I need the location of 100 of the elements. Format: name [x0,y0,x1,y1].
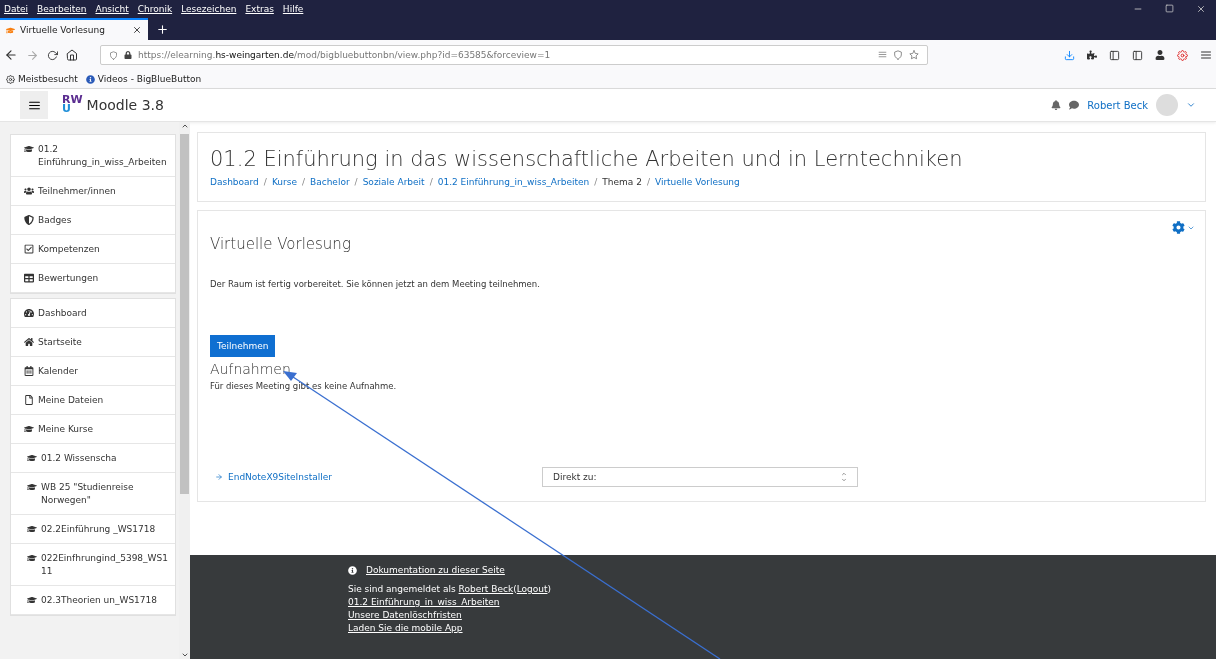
current-page-label: Thema 2 [602,177,642,187]
sidebar-item-icon [24,144,34,154]
menu-item[interactable]: Lesezeichen [181,4,237,14]
sidebar-item-icon [27,482,37,492]
sidebar-item[interactable]: Kalender [11,357,176,386]
sidebar-item[interactable]: Kompetenzen [11,235,176,264]
sidebar-icon[interactable] [1132,49,1143,61]
previous-activity-link[interactable]: EndNoteX9SiteInstaller [228,472,332,482]
paren-text: ) [547,584,551,594]
recordings-title: Aufnahmen [210,361,292,377]
footer-link[interactable]: 01.2 Einführung_in_wiss_Arbeiten [348,597,500,607]
breadcrumb-link[interactable]: Kurse [271,177,297,187]
breadcrumb-link[interactable]: Bachelor [310,177,350,187]
sidebar-item-icon [27,595,37,605]
footer-link[interactable]: Laden Sie die mobile App [348,623,463,633]
menu-item[interactable]: Extras [245,4,274,14]
close-icon[interactable] [1196,4,1206,14]
sidebar-item-icon [24,215,34,225]
menu-item[interactable]: Ansicht [95,4,129,14]
sidebar-item[interactable]: 02.3Theorien un_WS1718 [11,586,176,615]
menu-button[interactable] [20,91,48,119]
paren-text: ( [513,584,517,594]
sidebar-item[interactable]: Teilnehmer/innen [11,177,176,206]
sidebar-item[interactable]: Dashboard [11,299,176,328]
updown-icon [841,471,847,483]
sidebar-item[interactable]: Startseite [11,328,176,357]
breadcrumb-link[interactable]: 01.2 Einführung_in_wiss_Arbeiten [437,177,590,187]
gear-icon [6,74,15,84]
scroll-up-icon[interactable] [180,122,189,130]
sidebar-item-icon [24,337,34,347]
sidebar-item-icon [24,273,34,283]
breadcrumb-separator: / [354,177,358,187]
settings-icon[interactable] [1172,221,1185,234]
scroll-down-icon[interactable] [180,651,189,659]
sidebar-item[interactable]: 022Einfhrungind_5398_WS111 [11,544,176,586]
logout-link[interactable]: Logout [516,584,548,594]
documentation-link[interactable]: Dokumentation zu dieser Seite [366,565,505,575]
sidebar-item-icon [27,453,37,463]
bookmark[interactable]: Videos - BigBlueButton [85,74,202,84]
join-button[interactable]: Teilnehmen [210,335,276,357]
sidebar-item-icon [27,553,37,563]
bookmark[interactable]: Meistbesucht [6,74,78,84]
shield-icon [109,50,118,60]
breadcrumb-separator: / [301,177,305,187]
back-icon[interactable] [4,48,18,62]
sidebar-item-icon [24,244,34,254]
maximize-icon[interactable] [1165,4,1174,13]
menu-item[interactable]: Chronik [137,4,173,14]
breadcrumb-link[interactable]: Virtuelle Vorlesung [654,177,740,187]
user-name[interactable]: Robert Beck [1087,99,1148,111]
breadcrumb-link[interactable]: Soziale Arbeit [362,177,425,187]
home-icon[interactable] [66,49,78,61]
sidebar-item-icon [24,395,34,405]
activity-title: Virtuelle Vorlesung [210,235,352,253]
sidebar-item-icon [24,308,34,318]
sidebar-item[interactable]: Badges [11,206,176,235]
breadcrumb-separator: / [429,177,433,187]
sidebar-item[interactable]: Meine Dateien [11,386,176,415]
account-icon[interactable] [1155,50,1165,60]
menu-item[interactable]: Bearbeiten [37,4,87,14]
info-icon [348,565,357,575]
site-name[interactable]: Moodle 3.8 [86,97,164,113]
breadcrumb-separator: / [646,177,650,187]
puzzle-icon[interactable] [1087,50,1097,60]
star-icon[interactable] [909,50,919,60]
breadcrumb-link[interactable]: Dashboard [210,177,259,187]
notifications-icon[interactable] [1051,100,1062,110]
sidebar-item-icon [24,366,34,376]
bookmark-favicon-icon [85,74,95,84]
logo: RW U [62,96,83,114]
scrollbar-thumb[interactable] [180,134,190,494]
sidebar-item[interactable]: 01.2 Einführung_in_wiss_Arbeiten [11,135,176,177]
sidebar-item[interactable]: 02.2Einführung _WS1718 [11,515,176,544]
new-tab-icon[interactable] [156,23,169,36]
sidebar-item-icon [24,186,34,196]
user-link[interactable]: Robert Beck [458,584,514,594]
sidebar-item[interactable]: Meine Kurse [11,415,176,444]
more-icon[interactable] [878,50,887,59]
breadcrumb-separator: / [594,177,598,187]
arrow-icon [215,473,223,481]
status-message: Der Raum ist fertig vorbereitet. Sie können jetzt an dem Meeting teilnehmen. [210,279,541,289]
breadcrumb-separator: / [263,177,267,187]
menu-icon[interactable] [1200,49,1212,61]
browser-tab[interactable]: Virtuelle Vorlesung [0,18,148,40]
caret-icon[interactable] [1186,100,1196,110]
footer-link[interactable]: Unsere Datenlöschfristen [348,610,462,620]
messages-icon[interactable] [1069,100,1080,110]
sidebar-item[interactable]: 01.2 Wissenscha [11,444,176,473]
sidebar-item[interactable]: WB 25 "Studienreise Norwegen" [11,473,176,515]
sidebar-item-icon [27,524,37,534]
menu-item[interactable]: Datei [4,4,28,14]
download-icon[interactable] [1064,49,1075,61]
sidebar-item[interactable]: Bewertungen [11,264,176,293]
sidebar-item-icon [24,424,34,434]
close-tab-icon[interactable] [132,25,142,35]
jump-to-select[interactable]: Direkt zu: [542,467,858,487]
address-field[interactable]: https://elearning.hs-weingarten.de/mod/bigbluebuttonbn/view.php?id=63585&forceview=1 [100,45,928,65]
menu-item[interactable]: Hilfe [282,4,304,14]
moodle-favicon-icon [6,25,15,35]
reload-icon[interactable] [47,49,58,61]
